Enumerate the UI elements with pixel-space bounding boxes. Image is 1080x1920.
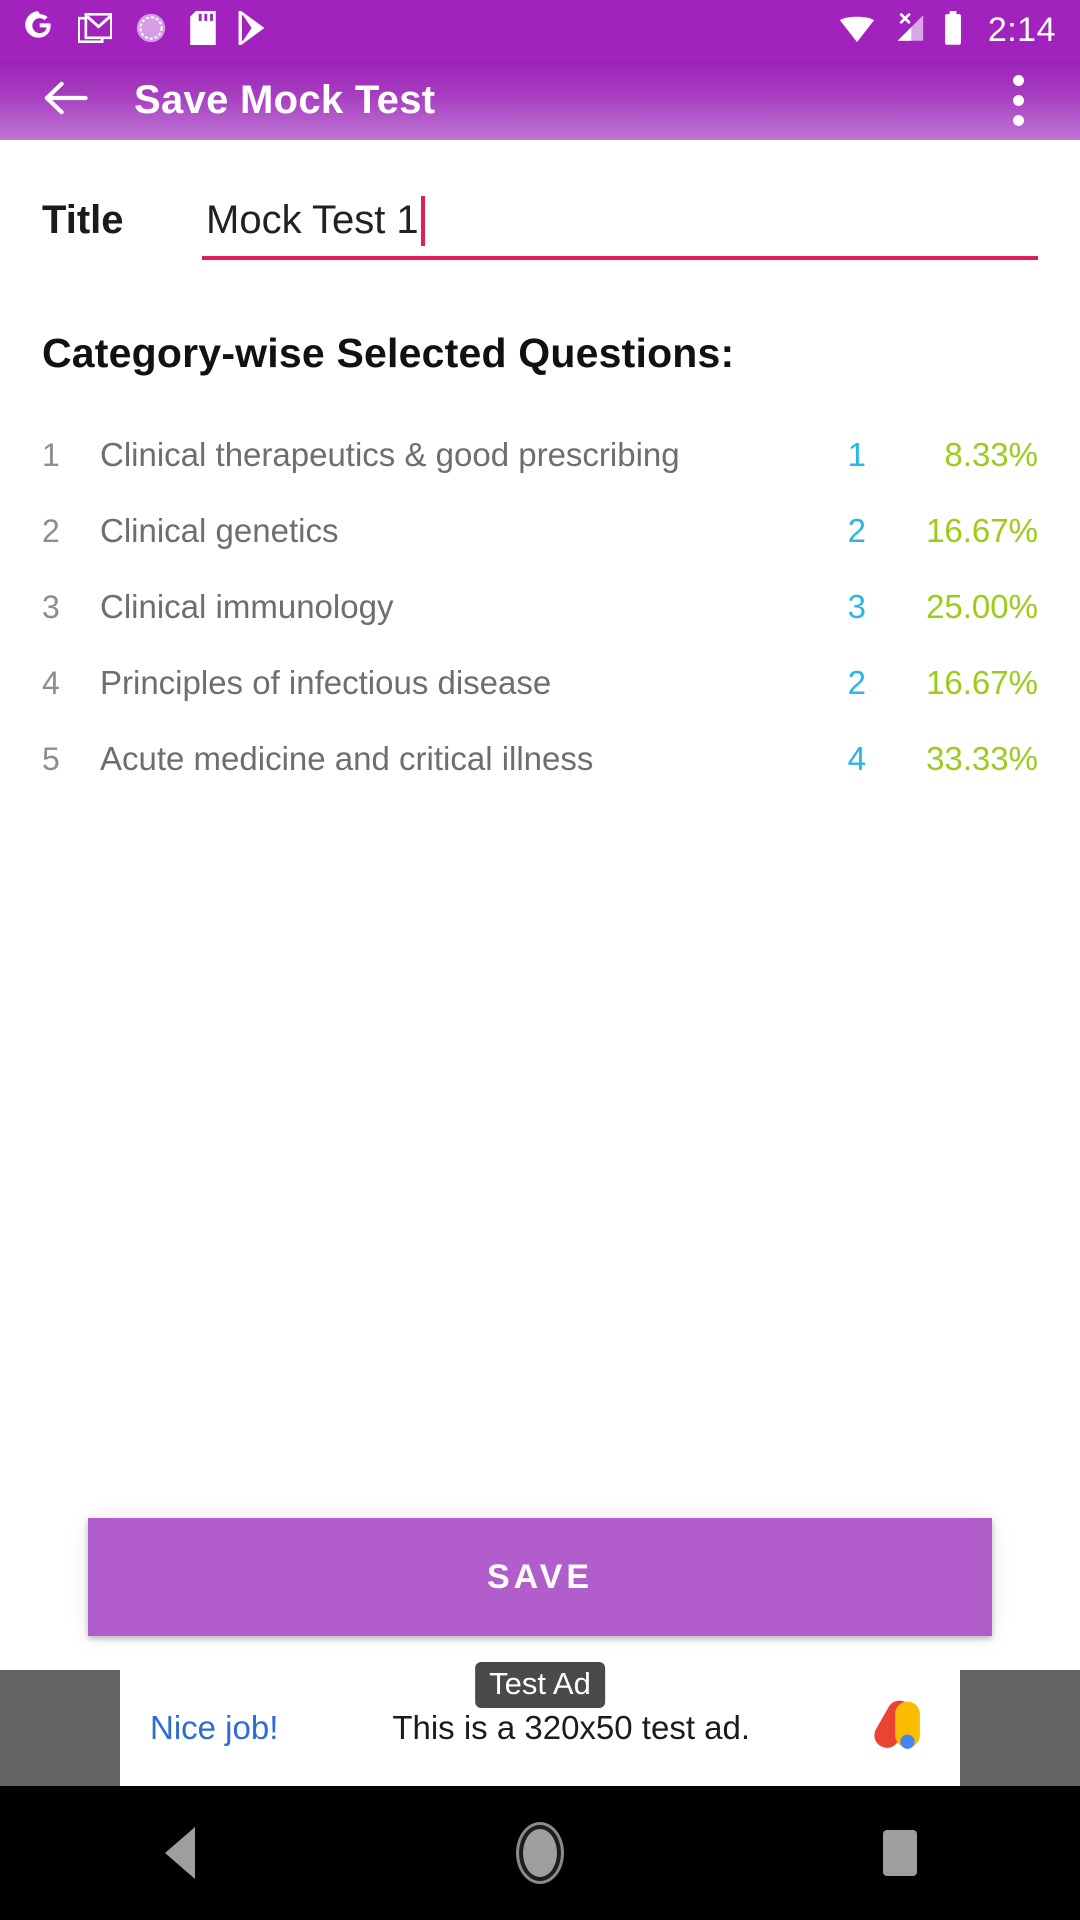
status-bar-system-icons: 2:14	[838, 10, 1056, 50]
gmail-icon	[77, 12, 113, 48]
overflow-menu-button[interactable]	[990, 69, 1046, 131]
title-label: Title	[42, 198, 124, 242]
save-button-container: SAVE	[42, 1518, 1038, 1670]
nav-back-button[interactable]	[0, 1827, 360, 1879]
row-category-name: Acute medicine and critical illness	[100, 740, 594, 777]
app-bar: Save Mock Test	[0, 60, 1080, 145]
row-index: 4	[42, 664, 60, 701]
nav-home-button[interactable]	[360, 1825, 720, 1881]
status-bar: 2:14	[0, 0, 1080, 60]
wifi-icon	[838, 11, 876, 50]
row-percentage: 25.00%	[926, 588, 1038, 625]
back-button[interactable]	[40, 74, 92, 126]
play-store-icon	[238, 8, 268, 50]
sync-circle-icon	[134, 11, 168, 50]
row-percentage: 16.67%	[926, 664, 1038, 701]
nav-recents-icon	[883, 1830, 917, 1876]
table-row[interactable]: 2 Clinical genetics 2 16.67%	[42, 493, 1038, 569]
row-category-name: Clinical therapeutics & good prescribing	[100, 436, 680, 473]
main-content: Title Mock Test 1 Category-wise Selected…	[0, 140, 1080, 1670]
battery-full-icon	[942, 10, 964, 50]
row-percentage: 33.33%	[926, 740, 1038, 777]
ad-test-badge: Test Ad	[475, 1662, 605, 1708]
more-vert-icon	[1012, 114, 1024, 126]
row-question-count: 4	[847, 740, 866, 777]
system-nav-bar	[0, 1786, 1080, 1920]
page-title: Save Mock Test	[134, 77, 436, 122]
row-category-name: Clinical genetics	[100, 512, 339, 549]
text-caret	[420, 196, 425, 246]
table-row[interactable]: 1 Clinical therapeutics & good prescribi…	[42, 417, 1038, 493]
phone-screen: 2:14 Save Mock Test Title Mock Test 1 Ca…	[0, 0, 1080, 1920]
status-bar-notification-icons	[22, 8, 268, 50]
title-field-row: Title Mock Test 1	[42, 192, 1038, 260]
ad-strip: Test Ad Nice job! This is a 320x50 test …	[0, 1662, 1080, 1786]
nav-back-icon	[165, 1827, 195, 1879]
row-category-name: Clinical immunology	[100, 588, 394, 625]
arrow-back-icon	[43, 78, 89, 123]
sd-card-icon	[190, 10, 216, 50]
nav-recents-button[interactable]	[720, 1830, 1080, 1876]
table-row[interactable]: 5 Acute medicine and critical illness 4 …	[42, 721, 1038, 797]
ad-cta-link[interactable]: Nice job!	[150, 1709, 278, 1747]
row-percentage: 8.33%	[944, 436, 1038, 473]
table-row[interactable]: 3 Clinical immunology 3 25.00%	[42, 569, 1038, 645]
row-question-count: 2	[847, 512, 866, 549]
row-index: 3	[42, 588, 60, 625]
category-list: 1 Clinical therapeutics & good prescribi…	[42, 417, 1038, 797]
admob-logo-icon	[864, 1693, 934, 1763]
table-row[interactable]: 4 Principles of infectious disease 2 16.…	[42, 645, 1038, 721]
row-index: 2	[42, 512, 60, 549]
save-button[interactable]: SAVE	[88, 1518, 992, 1636]
google-icon	[22, 10, 56, 50]
ad-body-text: This is a 320x50 test ad.	[392, 1709, 751, 1746]
status-bar-clock: 2:14	[987, 11, 1056, 49]
row-index: 1	[42, 436, 60, 473]
ad-banner[interactable]: Test Ad Nice job! This is a 320x50 test …	[120, 1662, 960, 1786]
more-vert-icon	[1012, 94, 1024, 106]
row-percentage: 16.67%	[926, 512, 1038, 549]
row-question-count: 3	[847, 588, 866, 625]
nav-home-icon	[519, 1825, 561, 1881]
more-vert-icon	[1012, 74, 1024, 86]
row-index: 5	[42, 740, 60, 777]
title-input[interactable]: Mock Test 1	[202, 192, 1038, 260]
row-question-count: 1	[847, 436, 866, 473]
section-heading: Category-wise Selected Questions:	[42, 330, 735, 376]
row-category-name: Principles of infectious disease	[100, 664, 552, 701]
cellular-no-sim-icon	[892, 11, 926, 50]
row-question-count: 2	[847, 664, 866, 701]
title-input-value: Mock Test 1	[206, 197, 419, 242]
